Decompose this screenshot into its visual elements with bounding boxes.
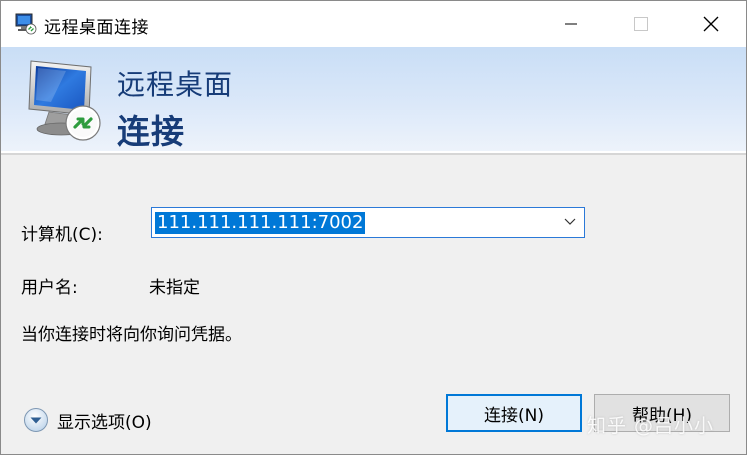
maximize-button[interactable]: [606, 1, 676, 47]
remote-desktop-app-icon: [15, 13, 37, 35]
remote-desktop-window: 远程桌面连接 远程桌面 连接 计算机(C): 111.111.111.111:7…: [0, 0, 747, 455]
minimize-button[interactable]: [536, 1, 606, 47]
close-icon: [703, 16, 719, 32]
watermark-text: 知乎 @吕小小: [587, 415, 715, 437]
banner-title-line1: 远程桌面: [117, 68, 234, 101]
header-banner: 远程桌面 连接: [1, 47, 746, 151]
banner-title-line2: 连接: [117, 112, 185, 151]
computer-label: 计算机(C):: [21, 225, 103, 245]
expand-options-icon[interactable]: [23, 407, 49, 433]
computer-combobox[interactable]: 111.111.111.111:7002: [151, 207, 585, 238]
chevron-down-icon[interactable]: [564, 218, 576, 226]
title-bar[interactable]: 远程桌面连接: [1, 1, 746, 47]
show-options-toggle[interactable]: 显示选项(O): [23, 407, 152, 433]
connect-button-label: 连接(N): [484, 405, 544, 426]
minimize-icon: [565, 23, 577, 25]
banner-divider-shadow: [1, 153, 746, 155]
computer-input-value[interactable]: 111.111.111.111:7002: [155, 212, 366, 234]
connect-button[interactable]: 连接(N): [446, 394, 582, 432]
username-value: 未指定: [149, 278, 200, 298]
close-button[interactable]: [676, 1, 746, 47]
remote-desktop-monitor-icon: [28, 60, 101, 141]
window-title: 远程桌面连接: [44, 18, 149, 38]
maximize-icon: [634, 17, 648, 31]
username-label: 用户名:: [21, 278, 78, 298]
show-options-label[interactable]: 显示选项(O): [57, 408, 152, 433]
credentials-info-text: 当你连接时将向你询问凭据。: [21, 325, 242, 345]
